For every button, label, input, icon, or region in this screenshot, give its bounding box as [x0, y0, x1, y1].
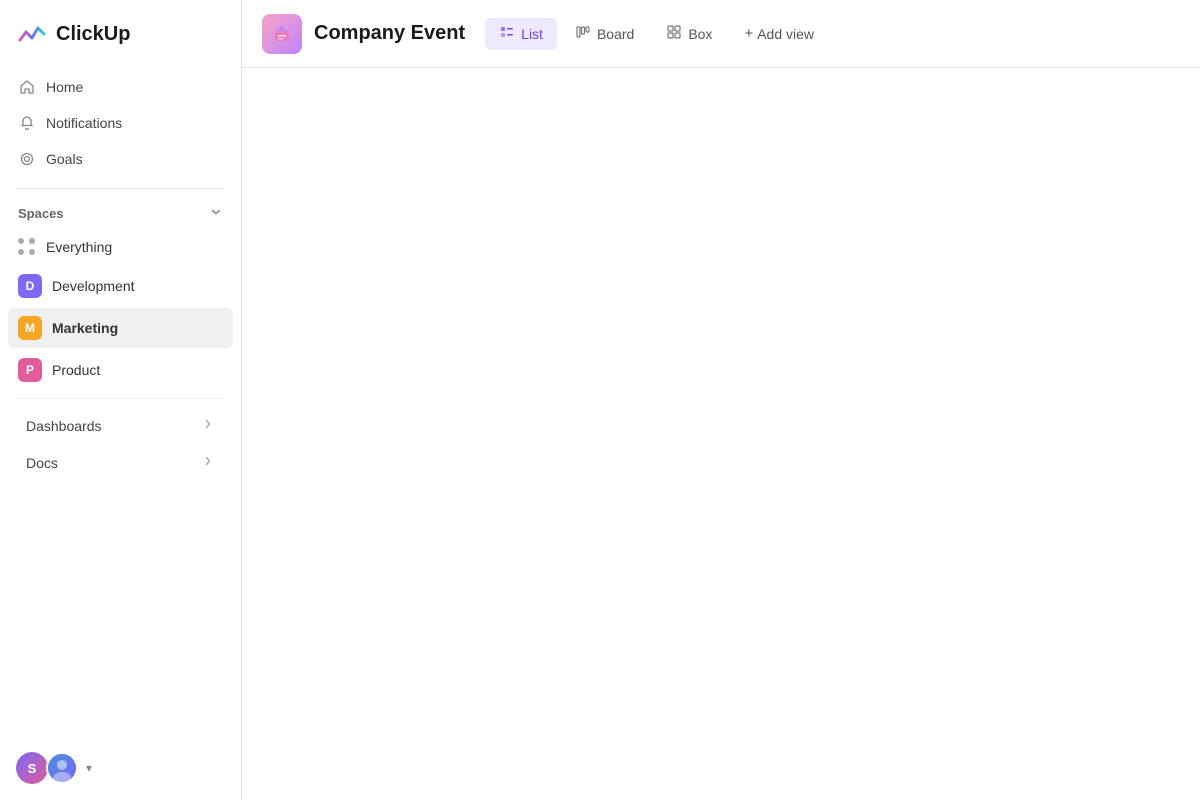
sidebar-item-notifications[interactable]: Notifications — [8, 106, 233, 140]
sidebar-item-goals[interactable]: Goals — [8, 142, 233, 176]
clickup-logo-icon — [16, 18, 48, 50]
add-view-plus-icon: + — [744, 25, 753, 42]
spaces-list: Everything D Development M Marketing P P… — [0, 230, 241, 390]
everything-dots-icon — [18, 238, 36, 256]
avatar-img[interactable] — [46, 752, 78, 784]
tab-board[interactable]: Board — [561, 18, 648, 50]
everything-label: Everything — [46, 239, 112, 255]
list-tab-icon — [499, 24, 515, 44]
main-nav: Home Notifications Goals — [0, 66, 241, 180]
add-view-label: Add view — [757, 26, 814, 42]
dashboards-chevron-icon — [201, 417, 215, 434]
divider-2 — [16, 398, 225, 399]
sidebar-item-home[interactable]: Home — [8, 70, 233, 104]
spaces-label: Spaces — [18, 206, 64, 221]
marketing-label: Marketing — [52, 320, 118, 336]
spaces-header[interactable]: Spaces — [0, 197, 241, 230]
add-view-button[interactable]: + Add view — [730, 19, 828, 48]
content-area — [242, 68, 1200, 800]
goals-icon — [18, 150, 36, 168]
docs-chevron-icon — [201, 454, 215, 471]
page-icon — [262, 14, 302, 54]
board-tab-label: Board — [597, 26, 634, 42]
sidebar-item-dashboards[interactable]: Dashboards — [8, 407, 233, 444]
docs-label: Docs — [26, 455, 58, 471]
logo-area: ClickUp — [0, 0, 241, 66]
page-title-area: Company Event — [262, 14, 465, 54]
spaces-chevron-icon — [209, 205, 223, 222]
view-tabs: List Board — [485, 18, 828, 50]
logo-text: ClickUp — [56, 23, 130, 46]
sidebar-bottom: S ▾ — [0, 736, 241, 800]
marketing-badge-icon: M — [18, 316, 42, 340]
main-content: Company Event List — [242, 0, 1200, 800]
tab-box[interactable]: Box — [652, 18, 726, 50]
divider-1 — [16, 188, 225, 189]
sidebar-item-marketing[interactable]: M Marketing — [8, 308, 233, 348]
board-tab-icon — [575, 24, 591, 44]
sidebar-item-everything[interactable]: Everything — [8, 230, 233, 264]
bell-icon — [18, 114, 36, 132]
sidebar-item-docs[interactable]: Docs — [8, 444, 233, 481]
product-label: Product — [52, 362, 100, 378]
sidebar-item-development[interactable]: D Development — [8, 266, 233, 306]
sidebar: ClickUp Home Notifications — [0, 0, 242, 800]
list-tab-label: List — [521, 26, 543, 42]
avatar-dropdown-icon[interactable]: ▾ — [86, 761, 92, 775]
page-title: Company Event — [314, 22, 465, 45]
development-badge-icon: D — [18, 274, 42, 298]
box-tab-icon — [666, 24, 682, 44]
avatar-s[interactable]: S — [16, 752, 48, 784]
goals-label: Goals — [46, 151, 83, 167]
product-badge-icon: P — [18, 358, 42, 382]
development-label: Development — [52, 278, 135, 294]
box-tab-label: Box — [688, 26, 712, 42]
notifications-label: Notifications — [46, 115, 122, 131]
topbar: Company Event List — [242, 0, 1200, 68]
dashboards-label: Dashboards — [26, 418, 102, 434]
home-icon — [18, 78, 36, 96]
home-label: Home — [46, 79, 83, 95]
sidebar-item-product[interactable]: P Product — [8, 350, 233, 390]
tab-list[interactable]: List — [485, 18, 557, 50]
